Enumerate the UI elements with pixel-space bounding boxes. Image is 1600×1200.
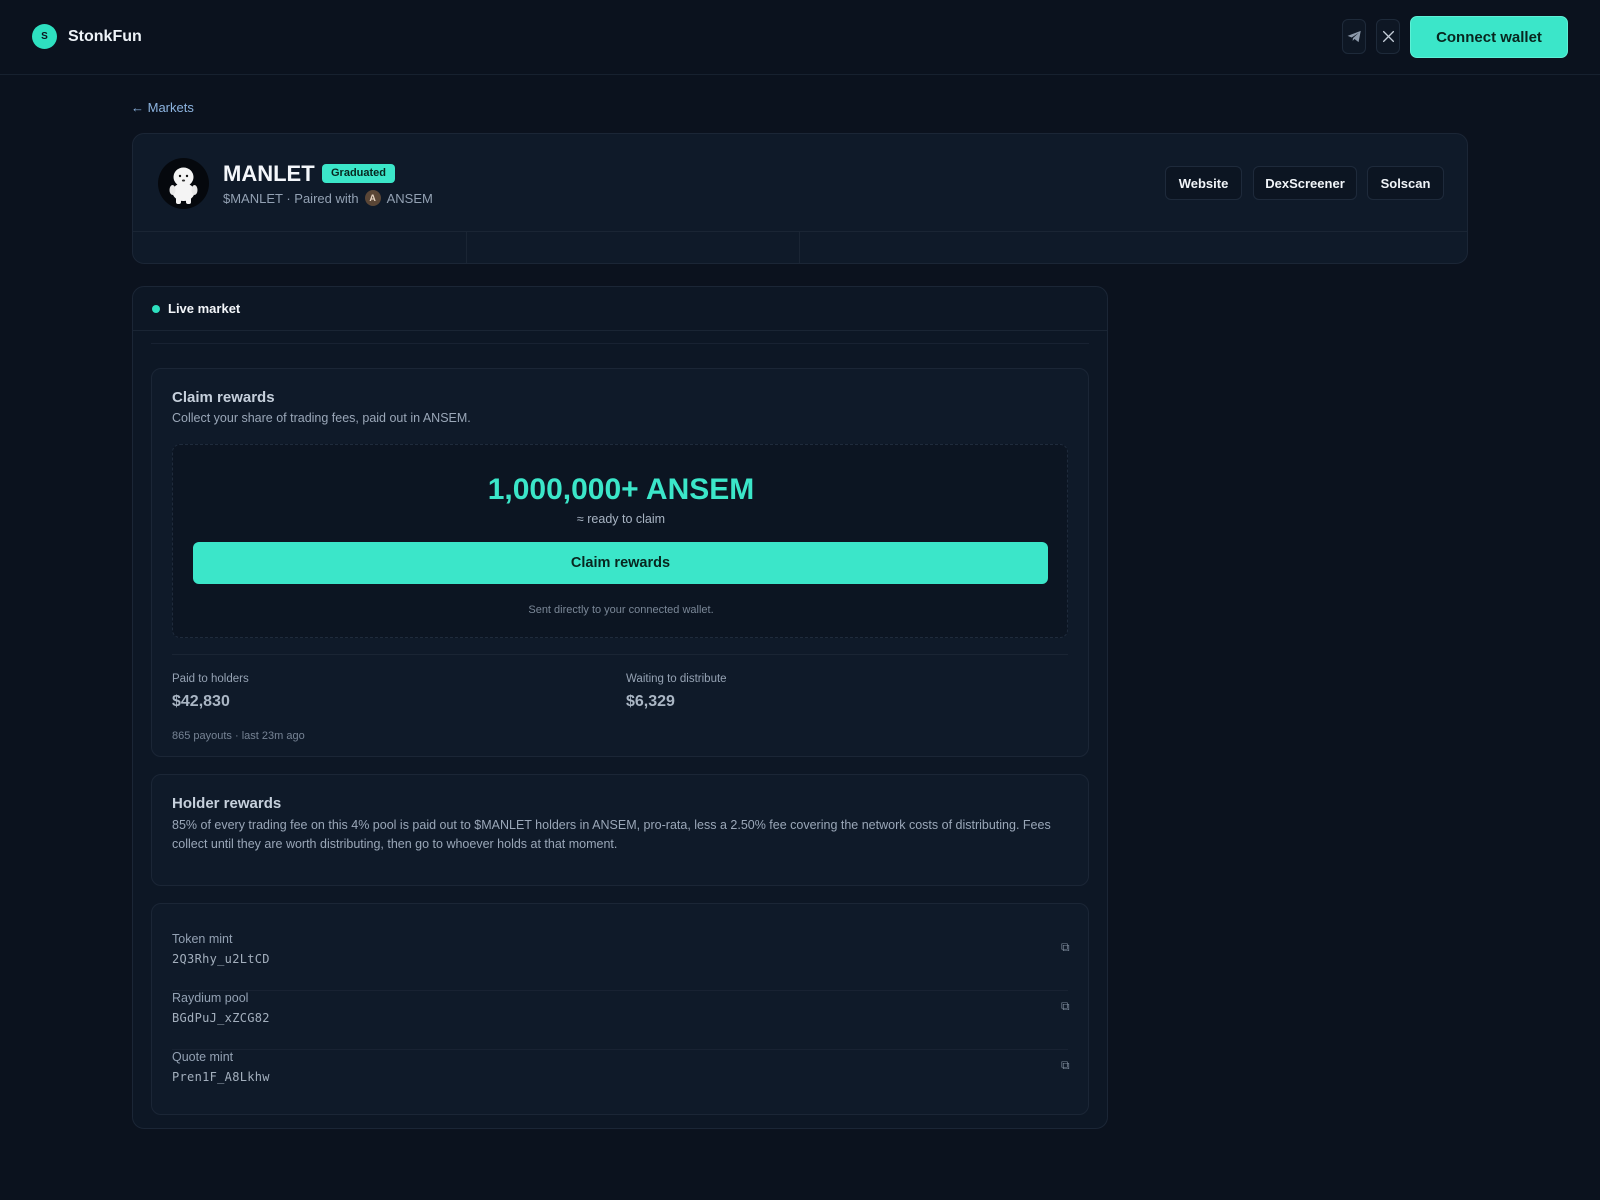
divider (172, 654, 1068, 655)
token-header-card: MANLET Graduated $MANLET · Paired with A… (132, 133, 1468, 264)
claim-box: 1,000,000+ ANSEM ≈ ready to claim Claim … (172, 444, 1068, 638)
copy-icon[interactable]: ⧉ (1061, 940, 1070, 955)
token-subtitle: $MANLET · Paired with A ANSEM (223, 190, 433, 206)
address-row-quote-mint: Quote mint Pren1F_A8Lkhw ⧉ (172, 1050, 1070, 1109)
claim-rewards-title: Claim rewards (172, 389, 275, 406)
paid-to-holders-label: Paid to holders (172, 673, 249, 685)
address-value[interactable]: Pren1F_A8Lkhw (172, 1070, 270, 1084)
copy-icon[interactable]: ⧉ (1061, 999, 1070, 1014)
address-row-raydium-pool: Raydium pool BGdPuJ_xZCG82 ⧉ (172, 991, 1070, 1050)
connect-wallet-button[interactable]: Connect wallet (1410, 16, 1568, 58)
copy-icon[interactable]: ⧉ (1061, 1058, 1070, 1073)
token-stats-row (133, 231, 1467, 263)
payouts-summary: 865 payouts · last 23m ago (172, 730, 305, 742)
claimable-amount: 1,000,000+ ANSEM (487, 473, 755, 506)
paid-to-holders-value: $42,830 (172, 693, 230, 710)
website-link-button[interactable]: Website (1165, 166, 1242, 200)
x-button[interactable] (1376, 19, 1400, 54)
top-bar: S StonkFun Connect wallet (0, 0, 1600, 75)
address-value[interactable]: BGdPuJ_xZCG82 (172, 1011, 270, 1025)
brand[interactable]: S StonkFun (32, 24, 142, 49)
live-status-dot-icon (152, 304, 160, 313)
brand-name: StonkFun (68, 27, 142, 45)
claim-rewards-description: Collect your share of trading fees, paid… (172, 411, 471, 425)
holder-rewards-title: Holder rewards (172, 795, 282, 812)
dexscreener-link-button[interactable]: DexScreener (1253, 166, 1357, 200)
quote-token-icon: A (364, 190, 381, 206)
token-name: MANLET (223, 161, 315, 186)
holder-rewards-text: 85% of every trading fee on this 4% pool… (172, 818, 1051, 851)
market-panel: Live market Claim rewards Collect your s… (132, 286, 1108, 1129)
address-label: Raydium pool (172, 991, 249, 1005)
telegram-icon (1347, 30, 1361, 43)
address-value[interactable]: 2Q3Rhy_u2LtCD (172, 952, 270, 966)
stat-cell (800, 232, 1467, 263)
addresses-card: Token mint 2Q3Rhy_u2LtCD ⧉ Raydium pool … (151, 903, 1089, 1115)
ready-to-claim-text: ≈ ready to claim (576, 512, 666, 526)
manlet-mascot-icon (169, 167, 198, 204)
live-market-header: Live market (133, 287, 1107, 331)
waiting-to-distribute-label: Waiting to distribute (626, 673, 727, 685)
claim-rewards-card: Claim rewards Collect your share of trad… (151, 368, 1089, 757)
address-label: Quote mint (172, 1050, 234, 1064)
claim-note: Sent directly to your connected wallet. (528, 604, 714, 616)
address-row-token-mint: Token mint 2Q3Rhy_u2LtCD ⧉ (172, 932, 1070, 991)
waiting-to-distribute-value: $6,329 (626, 693, 675, 710)
telegram-button[interactable] (1342, 19, 1366, 54)
back-to-markets-link[interactable]: ← Markets (131, 100, 194, 115)
stat-cell (467, 232, 800, 263)
solscan-link-button[interactable]: Solscan (1367, 166, 1444, 200)
token-avatar (158, 158, 209, 209)
holder-rewards-card: Holder rewards 85% of every trading fee … (151, 774, 1089, 886)
brand-logo-icon: S (32, 24, 57, 49)
graduated-badge: Graduated (322, 164, 396, 183)
stat-cell (133, 232, 467, 263)
x-icon (1382, 30, 1394, 43)
claim-rewards-button[interactable]: Claim rewards (193, 542, 1048, 584)
quote-token-symbol: ANSEM (386, 190, 433, 206)
divider (151, 343, 1089, 344)
address-label: Token mint (172, 932, 233, 946)
token-ticker-text: $MANLET · Paired with (223, 190, 359, 206)
live-market-label: Live market (168, 301, 241, 316)
